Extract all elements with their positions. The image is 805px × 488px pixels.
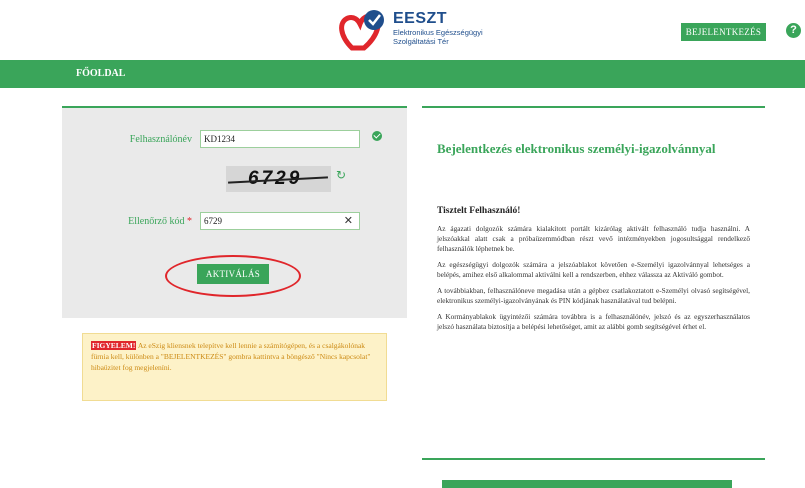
info-panel: Bejelentkezés elektronikus személyi-igaz… <box>422 106 765 460</box>
login-button[interactable]: BEJELENTKEZÉS <box>681 23 766 41</box>
verify-code-value: 6729 <box>204 216 222 226</box>
info-body: Az ágazati dolgozók számára kialakított … <box>437 224 750 338</box>
navbar: FŐOLDAL <box>0 60 805 88</box>
refresh-icon[interactable]: ↻ <box>336 168 346 182</box>
warning-box: FIGYELEM! Az eSzig kliensnek telepítve k… <box>82 333 387 401</box>
clear-icon[interactable]: ✕ <box>344 213 353 229</box>
info-greeting: Tisztelt Felhasználó! <box>437 206 521 216</box>
logo-title: EESZT <box>393 10 448 27</box>
info-title: Bejelentkezés elektronikus személyi-igaz… <box>437 141 716 156</box>
help-icon[interactable]: ? <box>786 23 801 38</box>
captcha-image: 6729 <box>226 166 331 192</box>
verify-code-label: Ellenőrző kód * <box>82 216 192 227</box>
eeszt-logo[interactable]: EESZT Elektronikus Egészségügyi Szolgált… <box>338 8 518 52</box>
password-login-button[interactable] <box>442 480 732 488</box>
username-label: Felhasználónév <box>129 134 192 145</box>
verify-code-label-text: Ellenőrző kód <box>128 216 185 227</box>
info-divider <box>422 458 765 460</box>
required-mark: * <box>187 216 192 227</box>
nav-home-link[interactable]: FŐOLDAL <box>76 68 125 79</box>
heart-logo-icon <box>339 10 384 51</box>
info-paragraph: A továbbiakban, felhasználóneve megadása… <box>437 286 750 305</box>
logo-subtitle: Elektronikus Egészségügyi Szolgáltatási … <box>393 28 483 46</box>
info-paragraph: A Kormányablakok ügyintézői számára tová… <box>437 312 750 331</box>
verify-code-field[interactable]: 6729 ✕ <box>200 212 360 230</box>
login-panel: Felhasználónév KD1234 6729 ↻ Ellenőrző k… <box>62 106 407 318</box>
info-paragraph: Az egészségügyi dolgozók számára a jelsz… <box>437 260 750 279</box>
header: EESZT Elektronikus Egészségügyi Szolgált… <box>0 0 805 60</box>
warning-tag: FIGYELEM! <box>91 341 137 350</box>
logo-text: EESZT Elektronikus Egészségügyi Szolgált… <box>393 10 503 46</box>
check-icon <box>372 131 382 141</box>
info-paragraph: Az ágazati dolgozók számára kialakított … <box>437 224 750 253</box>
username-field[interactable]: KD1234 <box>200 130 360 148</box>
highlight-circle <box>165 255 301 297</box>
